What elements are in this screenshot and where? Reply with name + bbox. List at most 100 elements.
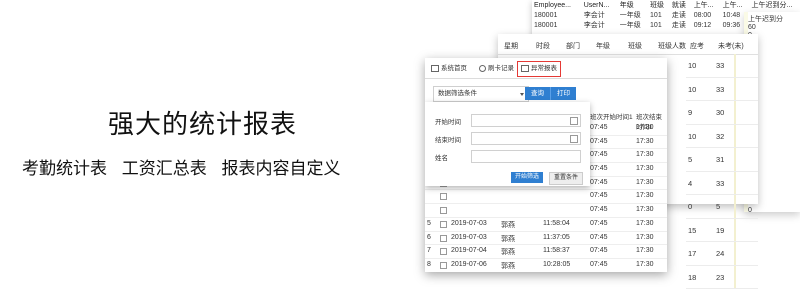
col-header: 应考 bbox=[690, 41, 704, 51]
col-header: 上午迟到分... bbox=[750, 0, 800, 10]
row-shift-start: 07:45 bbox=[590, 220, 608, 227]
table-row[interactable]: 52019-07-03郭燕11:58:0407:4517:30 bbox=[425, 218, 667, 232]
cell: 33 bbox=[716, 85, 724, 94]
col-header: 上午迟到分 bbox=[748, 14, 783, 24]
print-button[interactable]: 打印 bbox=[551, 87, 576, 100]
cell: 101 bbox=[648, 10, 670, 20]
table-row[interactable]: 62019-07-03郭燕11:37:0507:4517:30 bbox=[425, 232, 667, 246]
filter-dropdown[interactable]: 数据筛选条件 bbox=[433, 86, 529, 102]
tab-bar: 系统首页 刷卡记录 异常报表 bbox=[425, 58, 667, 79]
cell: 走读 bbox=[670, 10, 692, 20]
cell: 33 bbox=[716, 61, 724, 70]
table-row: 433 bbox=[686, 172, 758, 196]
row-shift-end: 17:30 bbox=[636, 261, 654, 268]
row-shift-end: 17:30 bbox=[636, 220, 654, 227]
cell: 08:00 bbox=[692, 10, 721, 20]
row-shift-end: 17:30 bbox=[636, 206, 654, 213]
row-index: 7 bbox=[427, 247, 431, 254]
table-row[interactable]: 07:4517:30 bbox=[425, 204, 667, 218]
apply-filter-button[interactable]: 开始筛选 bbox=[511, 172, 543, 183]
name-field[interactable] bbox=[471, 150, 581, 163]
row-name: 郭燕 bbox=[501, 247, 515, 257]
cell: 10 bbox=[688, 85, 696, 94]
col-header: 年级 bbox=[618, 0, 648, 10]
table-row: 1032 bbox=[686, 125, 758, 149]
row-name: 郭燕 bbox=[501, 234, 515, 244]
cell: 0 bbox=[688, 202, 692, 211]
cell: 24 bbox=[716, 249, 724, 258]
row-shift-start: 07:45 bbox=[590, 165, 608, 172]
filter-popup: 开始时间 结束时间 姓名 开始筛选 重置条件 bbox=[425, 102, 590, 186]
col-header: UserN... bbox=[582, 0, 618, 10]
row-shift-end: 17:30 bbox=[636, 247, 654, 254]
tab-swipe-records[interactable]: 刷卡记录 bbox=[479, 63, 514, 75]
row-shift-start: 07:45 bbox=[590, 234, 608, 241]
row-shift-start: 07:45 bbox=[590, 261, 608, 268]
col-header: 未考(未) bbox=[718, 41, 744, 51]
cell: 23 bbox=[716, 273, 724, 282]
cell: 32 bbox=[716, 132, 724, 141]
column-strip bbox=[734, 242, 736, 265]
table-row[interactable]: 07:45 17:30 bbox=[425, 190, 667, 204]
table-row: 1724 bbox=[686, 242, 758, 266]
cell: 31 bbox=[716, 155, 724, 164]
query-button[interactable]: 查询 bbox=[525, 87, 551, 100]
row-shift-start: 07:45 bbox=[590, 124, 608, 131]
row-shift-end: 17:30 bbox=[636, 165, 654, 172]
cell: 18 bbox=[688, 273, 696, 282]
tab-label: 系统首页 bbox=[441, 65, 467, 72]
cell: 180001 bbox=[532, 20, 582, 30]
end-time-field[interactable] bbox=[471, 132, 581, 145]
row-checkbox[interactable] bbox=[440, 235, 447, 242]
table-row[interactable]: 72019-07-04郭燕11:58:3707:4517:30 bbox=[425, 245, 667, 259]
row-shift-end: 17:30 bbox=[636, 138, 654, 145]
reset-filter-button[interactable]: 重置条件 bbox=[549, 172, 583, 185]
row-shift-start: 07:45 bbox=[590, 151, 608, 158]
row-checkbox[interactable] bbox=[440, 262, 447, 269]
row-name: 郭燕 bbox=[501, 261, 515, 271]
row-shift-end: 17:30 bbox=[636, 234, 654, 241]
table-row: 1519 bbox=[686, 219, 758, 243]
start-time-field[interactable] bbox=[471, 114, 581, 127]
row-clock-time: 11:58:37 bbox=[543, 247, 570, 254]
col-header: 班级人数 bbox=[658, 41, 686, 51]
col-header: 班次开始时间1 bbox=[590, 111, 633, 121]
col-header: 班级 bbox=[648, 0, 670, 10]
row-checkbox[interactable] bbox=[440, 221, 447, 228]
row-shift-start: 07:45 bbox=[590, 179, 608, 186]
col-header: Employee... bbox=[532, 0, 582, 10]
column-strip bbox=[734, 172, 736, 195]
cell: 101 bbox=[648, 20, 670, 30]
row-checkbox[interactable] bbox=[440, 193, 447, 200]
cell: 5 bbox=[688, 155, 692, 164]
row-date: 2019-07-03 bbox=[451, 220, 487, 227]
column-strip bbox=[734, 54, 736, 77]
row-clock-time: 10:28:05 bbox=[543, 261, 570, 268]
column-strip bbox=[734, 219, 736, 242]
row-shift-start: 07:45 bbox=[590, 192, 608, 199]
row-index: 6 bbox=[427, 234, 431, 241]
col-header: 上午... bbox=[692, 0, 721, 10]
tab-exception-report[interactable]: 异常报表 bbox=[517, 61, 561, 77]
hero-title: 强大的统计报表 bbox=[108, 104, 297, 141]
table-row: 10 33 bbox=[686, 78, 758, 102]
row-shift-end: 17:30 bbox=[636, 192, 654, 199]
table-row[interactable]: 82019-07-06郭燕10:28:0507:4517:30 bbox=[425, 259, 667, 272]
column-strip bbox=[734, 148, 736, 171]
row-checkbox[interactable] bbox=[440, 248, 447, 255]
cell: 走读 bbox=[670, 20, 692, 30]
row-shift-start: 07:45 bbox=[590, 138, 608, 145]
row-index: 5 bbox=[427, 220, 431, 227]
report-panel: 系统首页 刷卡记录 异常报表 数据筛选条件 查询 打印 班次开始时间1 班次结束… bbox=[425, 58, 667, 272]
action-buttons: 查询 打印 bbox=[525, 87, 576, 100]
column-strip bbox=[734, 78, 736, 101]
col-header: 班级 bbox=[628, 41, 642, 51]
row-clock-time: 11:37:05 bbox=[543, 234, 570, 241]
row-shift-end: 17:30 bbox=[636, 179, 654, 186]
clock-icon bbox=[479, 65, 486, 72]
row-checkbox[interactable] bbox=[440, 207, 447, 214]
cell: 9 bbox=[688, 108, 692, 117]
tab-home[interactable]: 系统首页 bbox=[431, 63, 467, 75]
name-label: 姓名 bbox=[435, 152, 448, 162]
table-row: 930 bbox=[686, 101, 758, 125]
